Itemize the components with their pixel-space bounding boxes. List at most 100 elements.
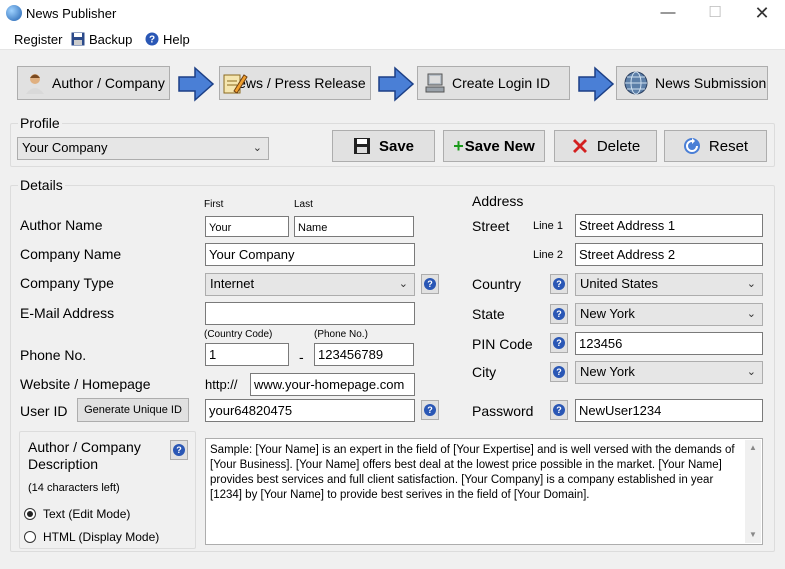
city-help-icon[interactable]: ? [550, 362, 568, 382]
password-help-icon[interactable]: ? [550, 400, 568, 420]
description-label: Author / Company Description [28, 439, 141, 472]
step-create-login-id-label: Create Login ID [452, 75, 551, 91]
state-help-icon[interactable]: ? [550, 304, 568, 324]
profile-select[interactable]: Your Company ⌄ [17, 137, 269, 160]
save-new-button[interactable]: + Save New [443, 130, 545, 162]
country-value: United States [580, 276, 659, 291]
website-label: Website / Homepage [20, 376, 151, 392]
user-id-input[interactable]: your64820475 [205, 399, 415, 422]
description-scrollbar[interactable]: ▲ ▼ [745, 440, 761, 543]
website-input[interactable]: www.your-homepage.com [250, 373, 415, 396]
author-name-label: Author Name [20, 217, 103, 233]
scroll-up-icon[interactable]: ▲ [745, 440, 761, 456]
text-edit-mode-label: Text (Edit Mode) [43, 507, 131, 521]
step-author-company-button[interactable]: Author / Company [17, 66, 170, 100]
app-globe-icon [6, 5, 22, 21]
computer-icon [424, 72, 446, 94]
author-first-name-input[interactable]: Your [205, 216, 289, 237]
user-id-label: User ID [20, 403, 68, 419]
phone-label: Phone No. [20, 347, 87, 363]
http-prefix: http:// [205, 377, 238, 392]
generate-unique-id-button[interactable]: Generate Unique ID [77, 398, 189, 422]
company-name-label: Company Name [20, 246, 122, 262]
save-label: Save [378, 137, 415, 155]
minimize-button[interactable]: — [645, 0, 691, 28]
state-select[interactable]: New York ⌄ [575, 303, 763, 326]
street-label: Street [472, 218, 510, 234]
window-title: News Publisher [26, 6, 117, 21]
menu-backup[interactable]: Backup [71, 31, 132, 49]
city-select[interactable]: New York ⌄ [575, 361, 763, 384]
pin-code-label: PIN Code [472, 336, 533, 352]
save-button[interactable]: Save [332, 130, 435, 162]
menu-register[interactable]: Register [14, 31, 62, 49]
city-value: New York [580, 364, 635, 379]
scroll-down-icon[interactable]: ▼ [745, 527, 761, 543]
street-line1-input[interactable]: Street Address 1 [575, 214, 763, 237]
password-label: Password [472, 403, 534, 419]
step-arrow-icon [577, 66, 615, 102]
street-line2-input[interactable]: Street Address 2 [575, 243, 763, 266]
phone-input[interactable]: 123456789 [314, 343, 414, 366]
step-arrow-icon [377, 66, 415, 102]
country-code-input[interactable]: 1 [205, 343, 289, 366]
description-help-icon[interactable]: ? [170, 440, 188, 460]
step-news-press-release-button[interactable]: News / Press Release [219, 66, 371, 100]
email-input[interactable] [205, 302, 415, 325]
country-code-caption: (Country Code) [204, 329, 273, 340]
profile-select-value: Your Company [22, 140, 108, 155]
state-value: New York [580, 306, 635, 321]
line2-label: Line 2 [533, 249, 563, 261]
svg-text:?: ? [149, 35, 155, 46]
line1-label: Line 1 [533, 220, 563, 232]
company-type-select[interactable]: Internet ⌄ [205, 273, 415, 296]
delete-label: Delete [596, 137, 641, 155]
profile-group-label: Profile [18, 115, 62, 131]
close-button[interactable]: ✕ [739, 0, 785, 28]
menu-help-label: Help [163, 32, 190, 47]
maximize-button[interactable]: ☐ [692, 0, 738, 28]
html-display-mode-label: HTML (Display Mode) [43, 530, 160, 544]
chevron-down-icon: ⌄ [252, 142, 262, 154]
pin-code-input[interactable]: 123456 [575, 332, 763, 355]
country-select[interactable]: United States ⌄ [575, 273, 763, 296]
step-arrow-icon [177, 66, 215, 102]
plus-icon: + [453, 135, 464, 156]
delete-x-icon [571, 137, 589, 155]
password-input[interactable]: NewUser1234 [575, 399, 763, 422]
company-name-input[interactable]: Your Company [205, 243, 415, 266]
address-label: Address [472, 193, 524, 209]
chevron-down-icon: ⌄ [746, 308, 756, 320]
user-id-help-icon[interactable]: ? [421, 400, 439, 420]
country-help-icon[interactable]: ? [550, 274, 568, 294]
save-new-label: Save New [464, 137, 535, 155]
step-author-company-label: Author / Company [52, 75, 165, 91]
reset-button[interactable]: Reset [664, 130, 767, 162]
email-label: E-Mail Address [20, 305, 115, 321]
refresh-icon [683, 137, 701, 155]
company-type-label: Company Type [20, 275, 114, 291]
html-display-mode-radio[interactable] [24, 531, 36, 543]
floppy-icon [71, 32, 85, 46]
company-type-help-icon[interactable]: ? [421, 274, 439, 294]
author-last-name-input[interactable]: Name [294, 216, 414, 237]
delete-button[interactable]: Delete [554, 130, 657, 162]
chevron-down-icon: ⌄ [746, 278, 756, 290]
reset-label: Reset [708, 137, 749, 155]
step-create-login-id-button[interactable]: Create Login ID [417, 66, 570, 100]
pin-code-help-icon[interactable]: ? [550, 333, 568, 353]
state-label: State [472, 306, 505, 322]
step-news-submission-label: News Submission [655, 75, 767, 91]
first-name-caption: First [204, 199, 224, 210]
chars-left-text: (14 characters left) [28, 482, 120, 494]
menu-help[interactable]: ? Help [145, 31, 190, 49]
chevron-down-icon: ⌄ [398, 278, 408, 290]
text-edit-mode-radio[interactable] [24, 508, 36, 520]
phone-number-caption: (Phone No.) [314, 329, 368, 340]
country-label: Country [472, 276, 522, 292]
description-textarea[interactable]: Sample: [Your Name] is an expert in the … [205, 438, 763, 545]
step-news-press-release-label: News / Press Release [228, 75, 366, 91]
step-news-submission-button[interactable]: News Submission [616, 66, 768, 100]
menu-backup-label: Backup [89, 32, 133, 47]
details-group-label: Details [18, 177, 65, 193]
